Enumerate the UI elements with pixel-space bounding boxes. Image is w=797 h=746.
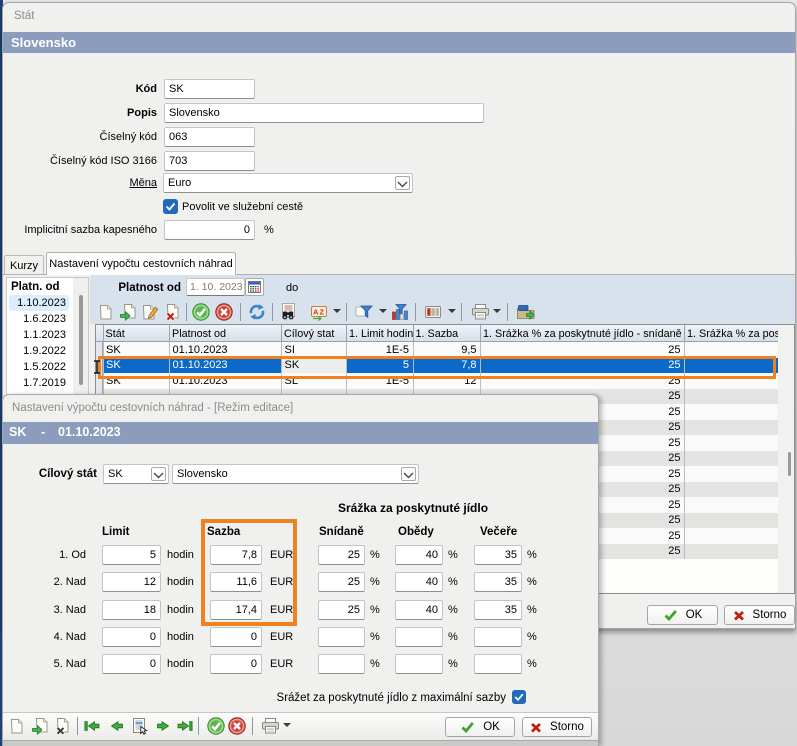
svg-text:Z: Z [320, 308, 325, 317]
svg-text:A: A [313, 308, 319, 317]
